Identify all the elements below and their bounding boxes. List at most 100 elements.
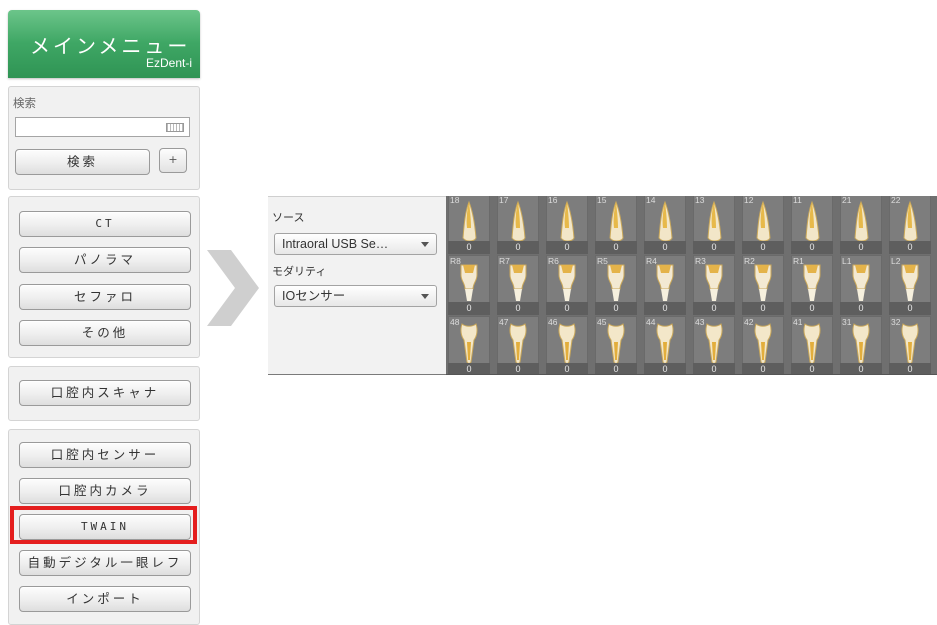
tooth-cell-16[interactable]: 16 0	[546, 196, 588, 254]
image-count: 0	[595, 302, 637, 315]
image-count: 0	[889, 363, 931, 374]
tooth-cell-R5[interactable]: R5 0	[595, 255, 637, 315]
intraoral-sensor-button[interactable]: 口腔内センサー	[19, 442, 191, 468]
tooth-cell-44[interactable]: 44 0	[644, 316, 686, 374]
acquisition-panel: ソース Intraoral USB Se… モダリティ IOセンサー 18 0 17…	[268, 196, 937, 375]
modality-select[interactable]: IOセンサー	[274, 285, 437, 307]
tooth-cell-42[interactable]: 42 0	[742, 316, 784, 374]
image-count: 0	[791, 363, 833, 374]
tooth-cell-R4[interactable]: R4 0	[644, 255, 686, 315]
tooth-icon	[805, 200, 820, 242]
image-count: 0	[448, 241, 490, 254]
tooth-icon	[656, 323, 674, 364]
image-count: 0	[742, 363, 784, 374]
tooth-cell-43[interactable]: 43 0	[693, 316, 735, 374]
tooth-cell-R8[interactable]: R8 0	[448, 255, 490, 315]
tooth-cell-R6[interactable]: R6 0	[546, 255, 588, 315]
intraoral-camera-button[interactable]: 口腔内カメラ	[19, 478, 191, 504]
tooth-cell-46[interactable]: 46 0	[546, 316, 588, 374]
image-count: 0	[791, 302, 833, 315]
tooth-icon	[852, 264, 870, 301]
tooth-cell-45[interactable]: 45 0	[595, 316, 637, 374]
device-settings: ソース Intraoral USB Se… モダリティ IOセンサー	[268, 196, 446, 375]
search-button[interactable]: 検索	[15, 149, 150, 175]
tooth-cell-48[interactable]: 48 0	[448, 316, 490, 374]
tooth-icon	[462, 200, 477, 242]
tooth-icon	[756, 200, 771, 242]
tooth-cell-11[interactable]: 11 0	[791, 196, 833, 254]
tooth-icon	[460, 264, 478, 301]
imaging-group: CT パノラマ セファロ その他	[8, 196, 200, 358]
tooth-icon	[658, 200, 673, 242]
keyboard-icon[interactable]	[166, 123, 184, 132]
import-button[interactable]: インポート	[19, 586, 191, 612]
tooth-icon	[607, 323, 625, 364]
auto-dslr-button[interactable]: 自動デジタル一眼レフ	[19, 550, 191, 576]
image-count: 0	[448, 363, 490, 374]
tooth-cell-R3[interactable]: R3 0	[693, 255, 735, 315]
image-count: 0	[595, 363, 637, 374]
search-label: 検索	[13, 96, 36, 110]
ct-button[interactable]: CT	[19, 211, 191, 237]
tooth-cell-R2[interactable]: R2 0	[742, 255, 784, 315]
tooth-icon	[607, 264, 625, 301]
tooth-icon	[707, 200, 722, 242]
tooth-icon	[803, 264, 821, 301]
main-menu-title: メインメニュー	[30, 34, 191, 58]
tooth-cell-L2[interactable]: L2 0	[889, 255, 931, 315]
tooth-icon	[509, 323, 527, 364]
tooth-icon	[903, 200, 918, 242]
tooth-icon	[460, 323, 478, 364]
tooth-cell-15[interactable]: 15 0	[595, 196, 637, 254]
tooth-cell-31[interactable]: 31 0	[840, 316, 882, 374]
tooth-icon	[609, 200, 624, 242]
search-input[interactable]	[15, 117, 190, 137]
tooth-cell-L1[interactable]: L1 0	[840, 255, 882, 315]
tooth-cell-18[interactable]: 18 0	[448, 196, 490, 254]
image-count: 0	[497, 241, 539, 254]
tooth-cell-12[interactable]: 12 0	[742, 196, 784, 254]
brand-label: EzDent-i	[145, 56, 192, 70]
cephalo-button[interactable]: セファロ	[19, 284, 191, 310]
image-count: 0	[644, 302, 686, 315]
tooth-cell-R1[interactable]: R1 0	[791, 255, 833, 315]
chevron-right-icon	[207, 250, 259, 326]
tooth-icon	[705, 264, 723, 301]
source-label: ソース	[272, 211, 305, 224]
tooth-cell-32[interactable]: 32 0	[889, 316, 931, 374]
source-select[interactable]: Intraoral USB Se…	[274, 233, 437, 255]
image-count: 0	[693, 302, 735, 315]
image-count: 0	[546, 302, 588, 315]
tooth-icon	[558, 264, 576, 301]
image-count: 0	[595, 241, 637, 254]
tooth-cell-14[interactable]: 14 0	[644, 196, 686, 254]
image-count: 0	[497, 363, 539, 374]
intraoral-scanner-button[interactable]: 口腔内スキャナ	[19, 380, 191, 406]
panorama-button[interactable]: パノラマ	[19, 247, 191, 273]
image-count: 0	[889, 241, 931, 254]
image-count: 0	[693, 363, 735, 374]
image-count: 0	[546, 363, 588, 374]
modality-label: モダリティ	[272, 265, 327, 278]
image-count: 0	[546, 241, 588, 254]
tooth-cell-R7[interactable]: R7 0	[497, 255, 539, 315]
add-condition-button[interactable]: +	[159, 148, 187, 173]
image-count: 0	[840, 363, 882, 374]
image-count: 0	[497, 302, 539, 315]
other-button[interactable]: その他	[19, 320, 191, 346]
tooth-cell-21[interactable]: 21 0	[840, 196, 882, 254]
image-count: 0	[448, 302, 490, 315]
tooth-icon	[754, 264, 772, 301]
tooth-cell-47[interactable]: 47 0	[497, 316, 539, 374]
tooth-icon	[854, 200, 869, 242]
tooth-cell-13[interactable]: 13 0	[693, 196, 735, 254]
image-count: 0	[791, 241, 833, 254]
twain-highlight-box	[10, 506, 197, 544]
tooth-cell-41[interactable]: 41 0	[791, 316, 833, 374]
tooth-cell-22[interactable]: 22 0	[889, 196, 931, 254]
tooth-grid: 18 0 17 0 16 0 15 0 14 0 13 0 12 0 11 0 21 0 22 0 R8 0 R7 0 R6 0 R…	[446, 196, 937, 375]
tooth-icon	[511, 200, 526, 242]
tooth-icon	[656, 264, 674, 301]
tooth-icon	[901, 323, 919, 364]
tooth-cell-17[interactable]: 17 0	[497, 196, 539, 254]
